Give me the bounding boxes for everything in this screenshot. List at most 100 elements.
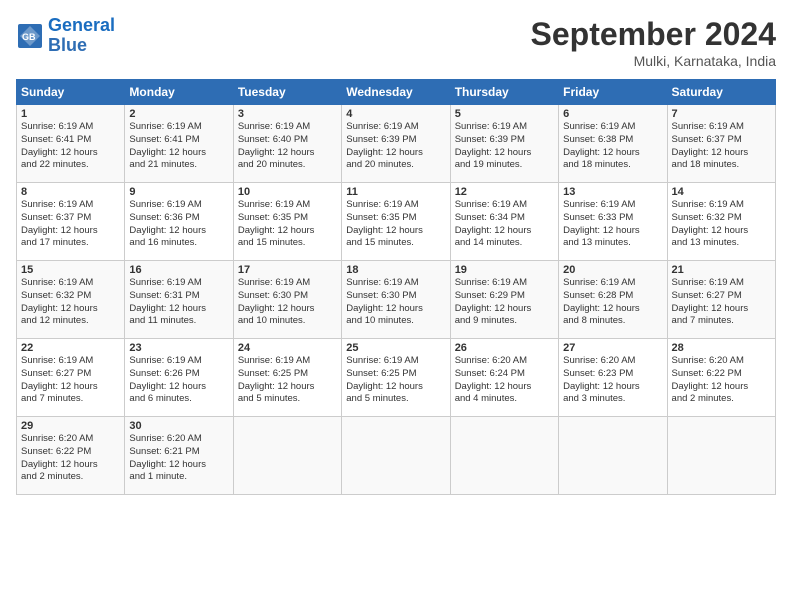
cell-content: Sunrise: 6:19 AMSunset: 6:27 PMDaylight:…: [21, 355, 120, 406]
cell-line: Daylight: 12 hours: [455, 147, 554, 160]
cell-content: Sunrise: 6:20 AMSunset: 6:21 PMDaylight:…: [129, 433, 228, 484]
calendar-cell: 8Sunrise: 6:19 AMSunset: 6:37 PMDaylight…: [17, 183, 125, 261]
day-header: Saturday: [667, 80, 775, 105]
cell-line: Daylight: 12 hours: [455, 303, 554, 316]
calendar-week-row: 29Sunrise: 6:20 AMSunset: 6:22 PMDayligh…: [17, 417, 776, 495]
header: GB General Blue September 2024 Mulki, Ka…: [16, 16, 776, 69]
calendar-body: 1Sunrise: 6:19 AMSunset: 6:41 PMDaylight…: [17, 105, 776, 495]
cell-line: Sunrise: 6:19 AM: [672, 121, 771, 134]
cell-content: Sunrise: 6:19 AMSunset: 6:31 PMDaylight:…: [129, 277, 228, 328]
calendar-cell: 6Sunrise: 6:19 AMSunset: 6:38 PMDaylight…: [559, 105, 667, 183]
cell-content: Sunrise: 6:20 AMSunset: 6:23 PMDaylight:…: [563, 355, 662, 406]
cell-line: Daylight: 12 hours: [346, 225, 445, 238]
day-number: 5: [455, 108, 554, 120]
day-number: 25: [346, 342, 445, 354]
calendar-cell: 27Sunrise: 6:20 AMSunset: 6:23 PMDayligh…: [559, 339, 667, 417]
cell-line: Daylight: 12 hours: [455, 225, 554, 238]
cell-line: and 14 minutes.: [455, 237, 554, 250]
day-header: Friday: [559, 80, 667, 105]
day-number: 8: [21, 186, 120, 198]
day-number: 24: [238, 342, 337, 354]
cell-line: Sunset: 6:32 PM: [672, 212, 771, 225]
cell-line: and 21 minutes.: [129, 159, 228, 172]
cell-line: and 18 minutes.: [672, 159, 771, 172]
cell-line: Daylight: 12 hours: [346, 303, 445, 316]
cell-line: Sunset: 6:32 PM: [21, 290, 120, 303]
cell-line: Sunrise: 6:19 AM: [21, 355, 120, 368]
cell-line: and 2 minutes.: [21, 471, 120, 484]
cell-line: Sunrise: 6:20 AM: [455, 355, 554, 368]
cell-line: and 10 minutes.: [238, 315, 337, 328]
cell-line: Sunrise: 6:19 AM: [346, 277, 445, 290]
calendar-cell: 15Sunrise: 6:19 AMSunset: 6:32 PMDayligh…: [17, 261, 125, 339]
cell-content: Sunrise: 6:19 AMSunset: 6:30 PMDaylight:…: [346, 277, 445, 328]
calendar-page: GB General Blue September 2024 Mulki, Ka…: [0, 0, 792, 612]
cell-line: Daylight: 12 hours: [129, 225, 228, 238]
calendar-cell: 26Sunrise: 6:20 AMSunset: 6:24 PMDayligh…: [450, 339, 558, 417]
cell-line: Sunset: 6:39 PM: [455, 134, 554, 147]
cell-line: and 16 minutes.: [129, 237, 228, 250]
calendar-week-row: 1Sunrise: 6:19 AMSunset: 6:41 PMDaylight…: [17, 105, 776, 183]
cell-line: Daylight: 12 hours: [238, 225, 337, 238]
cell-line: Sunrise: 6:19 AM: [238, 199, 337, 212]
logo: GB General Blue: [16, 16, 115, 56]
cell-line: Sunrise: 6:19 AM: [455, 121, 554, 134]
cell-line: Sunset: 6:29 PM: [455, 290, 554, 303]
cell-line: Sunset: 6:35 PM: [238, 212, 337, 225]
logo-line2: Blue: [48, 35, 87, 55]
cell-line: Sunrise: 6:19 AM: [129, 355, 228, 368]
cell-line: Sunrise: 6:19 AM: [238, 355, 337, 368]
calendar-week-row: 22Sunrise: 6:19 AMSunset: 6:27 PMDayligh…: [17, 339, 776, 417]
calendar-cell: 9Sunrise: 6:19 AMSunset: 6:36 PMDaylight…: [125, 183, 233, 261]
cell-line: Daylight: 12 hours: [129, 303, 228, 316]
calendar-cell: 12Sunrise: 6:19 AMSunset: 6:34 PMDayligh…: [450, 183, 558, 261]
cell-line: Sunrise: 6:19 AM: [129, 199, 228, 212]
cell-line: Sunrise: 6:19 AM: [129, 121, 228, 134]
day-number: 23: [129, 342, 228, 354]
cell-content: Sunrise: 6:19 AMSunset: 6:25 PMDaylight:…: [238, 355, 337, 406]
cell-line: and 8 minutes.: [563, 315, 662, 328]
cell-line: and 5 minutes.: [238, 393, 337, 406]
day-number: 28: [672, 342, 771, 354]
cell-line: Sunset: 6:30 PM: [238, 290, 337, 303]
day-number: 2: [129, 108, 228, 120]
logo-icon: GB: [16, 22, 44, 50]
cell-line: Sunrise: 6:19 AM: [21, 199, 120, 212]
calendar-cell: 3Sunrise: 6:19 AMSunset: 6:40 PMDaylight…: [233, 105, 341, 183]
cell-content: Sunrise: 6:19 AMSunset: 6:41 PMDaylight:…: [129, 121, 228, 172]
calendar-cell: 18Sunrise: 6:19 AMSunset: 6:30 PMDayligh…: [342, 261, 450, 339]
cell-line: Sunset: 6:22 PM: [672, 368, 771, 381]
calendar-cell: 28Sunrise: 6:20 AMSunset: 6:22 PMDayligh…: [667, 339, 775, 417]
calendar-cell: 2Sunrise: 6:19 AMSunset: 6:41 PMDaylight…: [125, 105, 233, 183]
cell-line: Sunset: 6:37 PM: [21, 212, 120, 225]
calendar-cell: 10Sunrise: 6:19 AMSunset: 6:35 PMDayligh…: [233, 183, 341, 261]
cell-line: Daylight: 12 hours: [672, 225, 771, 238]
cell-line: Sunset: 6:25 PM: [346, 368, 445, 381]
svg-text:GB: GB: [22, 32, 36, 42]
cell-line: Sunset: 6:34 PM: [455, 212, 554, 225]
cell-content: Sunrise: 6:19 AMSunset: 6:40 PMDaylight:…: [238, 121, 337, 172]
cell-line: Sunrise: 6:19 AM: [238, 277, 337, 290]
calendar-cell: 21Sunrise: 6:19 AMSunset: 6:27 PMDayligh…: [667, 261, 775, 339]
calendar-table: SundayMondayTuesdayWednesdayThursdayFrid…: [16, 79, 776, 495]
cell-line: Daylight: 12 hours: [238, 303, 337, 316]
day-number: 7: [672, 108, 771, 120]
calendar-cell: 30Sunrise: 6:20 AMSunset: 6:21 PMDayligh…: [125, 417, 233, 495]
cell-line: Sunrise: 6:19 AM: [455, 277, 554, 290]
cell-line: and 17 minutes.: [21, 237, 120, 250]
cell-content: Sunrise: 6:19 AMSunset: 6:37 PMDaylight:…: [672, 121, 771, 172]
day-number: 14: [672, 186, 771, 198]
cell-line: and 22 minutes.: [21, 159, 120, 172]
cell-line: and 18 minutes.: [563, 159, 662, 172]
calendar-cell: [450, 417, 558, 495]
calendar-cell: 13Sunrise: 6:19 AMSunset: 6:33 PMDayligh…: [559, 183, 667, 261]
cell-line: Sunset: 6:30 PM: [346, 290, 445, 303]
cell-line: Sunset: 6:23 PM: [563, 368, 662, 381]
cell-line: Daylight: 12 hours: [672, 303, 771, 316]
cell-line: Daylight: 12 hours: [21, 459, 120, 472]
logo-line1: General: [48, 15, 115, 35]
cell-line: and 1 minute.: [129, 471, 228, 484]
cell-line: Sunset: 6:27 PM: [21, 368, 120, 381]
cell-line: Daylight: 12 hours: [346, 147, 445, 160]
calendar-cell: 23Sunrise: 6:19 AMSunset: 6:26 PMDayligh…: [125, 339, 233, 417]
